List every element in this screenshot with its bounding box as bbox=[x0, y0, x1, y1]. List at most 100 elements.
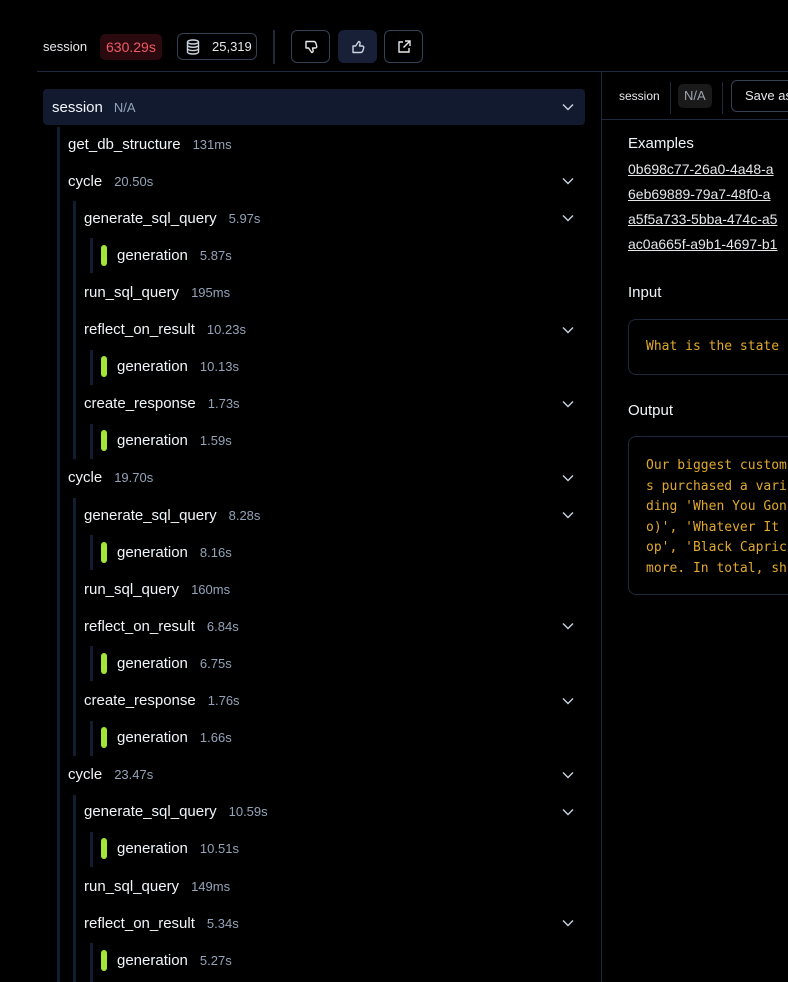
chevron-down-icon[interactable] bbox=[562, 326, 574, 334]
chevron-down-icon[interactable] bbox=[562, 474, 574, 482]
example-link[interactable]: 0b698c77-26a0-4a48-a bbox=[628, 161, 774, 177]
node-duration: 5.97s bbox=[228, 210, 261, 226]
tree-guide-line bbox=[90, 646, 93, 682]
open-external-button[interactable] bbox=[384, 30, 423, 63]
detail-duration-badge: N/A bbox=[678, 84, 712, 108]
node-duration: 149ms bbox=[191, 878, 231, 894]
example-link[interactable]: a5f5a733-5bba-474c-a5 bbox=[628, 211, 777, 227]
chevron-down-icon[interactable] bbox=[562, 177, 574, 185]
node-name: session bbox=[52, 98, 103, 116]
node-duration: 5.34s bbox=[206, 915, 239, 931]
example-link[interactable]: 6eb69889-79a7-48f0-a bbox=[628, 186, 770, 202]
thumbs-up-button[interactable] bbox=[338, 30, 377, 63]
tree-node-generation[interactable]: generation 5.27s bbox=[101, 945, 585, 975]
node-duration: 6.75s bbox=[199, 655, 232, 671]
tree-node-cycle[interactable]: cycle 23.47s bbox=[68, 760, 585, 790]
tree-node-session[interactable]: session N/A bbox=[43, 89, 585, 125]
example-link[interactable]: ac0a665f-a9b1-4697-b1 bbox=[628, 236, 777, 252]
tree-node-generation[interactable]: generation 5.87s bbox=[101, 240, 585, 270]
node-duration: 8.16s bbox=[199, 544, 232, 560]
tree-node-cycle[interactable]: cycle 19.70s bbox=[68, 463, 585, 493]
tree-guide-line bbox=[90, 349, 93, 385]
node-duration: 5.27s bbox=[199, 952, 232, 968]
chevron-down-icon[interactable] bbox=[562, 697, 574, 705]
input-heading: Input bbox=[628, 284, 662, 301]
tree-node-generate-sql-query[interactable]: generate_sql_query 10.59s bbox=[84, 797, 585, 827]
node-name: cycle bbox=[68, 172, 103, 190]
generation-marker-icon bbox=[101, 356, 107, 378]
thumbs-down-icon bbox=[304, 40, 317, 53]
input-code-block: What is the state bbox=[628, 319, 788, 375]
tree-guide-line bbox=[73, 498, 76, 756]
generation-marker-icon bbox=[101, 727, 107, 749]
node-duration: 5.87s bbox=[199, 247, 232, 263]
chevron-down-icon[interactable] bbox=[562, 103, 574, 111]
node-duration: 1.59s bbox=[199, 433, 232, 449]
tree-guide-line bbox=[73, 794, 76, 982]
detail-divider bbox=[670, 82, 671, 114]
external-link-icon bbox=[397, 39, 411, 53]
node-name: generate_sql_query bbox=[84, 506, 217, 524]
detail-header: session N/A Save as bbox=[602, 72, 788, 120]
chevron-down-icon[interactable] bbox=[562, 622, 574, 630]
detail-type-label: session bbox=[619, 89, 660, 103]
node-name: run_sql_query bbox=[84, 283, 180, 301]
node-duration: 20.50s bbox=[114, 173, 154, 189]
node-name: generation bbox=[117, 729, 188, 747]
node-name: cycle bbox=[68, 469, 103, 487]
tree-node-generation[interactable]: generation 1.66s bbox=[101, 723, 585, 753]
chevron-down-icon[interactable] bbox=[562, 808, 574, 816]
tree-node-create-response[interactable]: create_response 1.73s bbox=[84, 389, 585, 419]
tree-node-generation[interactable]: generation 6.75s bbox=[101, 648, 585, 678]
tree-node-run-sql-query[interactable]: run_sql_query 149ms bbox=[84, 871, 585, 901]
chevron-down-icon[interactable] bbox=[562, 771, 574, 779]
tree-node-generation[interactable]: generation 1.59s bbox=[101, 426, 585, 456]
node-duration: 6.84s bbox=[206, 618, 239, 634]
tree-node-generate-sql-query[interactable]: generate_sql_query 8.28s bbox=[84, 500, 585, 530]
tree-guide-line bbox=[90, 943, 93, 982]
chevron-down-icon[interactable] bbox=[562, 400, 574, 408]
generation-marker-icon bbox=[101, 838, 107, 860]
node-duration: 10.23s bbox=[206, 322, 246, 337]
node-name: generation bbox=[117, 840, 188, 858]
tree-node-generation[interactable]: generation 10.51s bbox=[101, 834, 585, 864]
node-duration: 131ms bbox=[192, 136, 232, 152]
generation-marker-icon bbox=[101, 541, 107, 563]
tree-node-run-sql-query[interactable]: run_sql_query 160ms bbox=[84, 574, 585, 604]
chevron-down-icon[interactable] bbox=[562, 919, 574, 927]
tree-node-generation[interactable]: generation 10.13s bbox=[101, 352, 585, 382]
node-duration: 23.47s bbox=[114, 767, 154, 783]
node-name: generation bbox=[117, 358, 188, 376]
latency-badge: 630.29s bbox=[100, 34, 162, 60]
tree-guide-line bbox=[90, 238, 93, 274]
chevron-down-icon[interactable] bbox=[562, 214, 574, 222]
node-name: create_response bbox=[84, 395, 196, 413]
tree-node-reflect-on-result[interactable]: reflect_on_result 5.34s bbox=[84, 908, 585, 938]
save-as-button[interactable]: Save as bbox=[731, 80, 788, 112]
node-duration: 8.28s bbox=[228, 507, 261, 523]
tree-node-generation[interactable]: generation 8.16s bbox=[101, 537, 585, 567]
node-name: get_db_structure bbox=[68, 135, 181, 153]
token-count-badge: 25,319 bbox=[177, 33, 257, 60]
tree-guide-line bbox=[57, 127, 60, 982]
tree-node-get-db-structure[interactable]: get_db_structure 131ms bbox=[68, 129, 585, 159]
output-code-block: Our biggest custom s purchased a vari di… bbox=[628, 436, 788, 595]
tree-node-reflect-on-result[interactable]: reflect_on_result 10.23s bbox=[84, 315, 585, 345]
node-duration: N/A bbox=[113, 99, 136, 115]
node-name: reflect_on_result bbox=[84, 321, 195, 338]
generation-marker-icon bbox=[101, 244, 107, 266]
node-duration: 10.13s bbox=[199, 359, 239, 375]
tree-node-reflect-on-result[interactable]: reflect_on_result 6.84s bbox=[84, 611, 585, 641]
tree-node-create-response[interactable]: create_response 1.76s bbox=[84, 686, 585, 716]
node-name: generate_sql_query bbox=[84, 209, 217, 227]
thumbs-down-button[interactable] bbox=[291, 30, 330, 63]
node-duration: 195ms bbox=[191, 284, 231, 300]
node-name: generation bbox=[117, 951, 188, 969]
node-name: generation bbox=[117, 246, 188, 264]
header-divider bbox=[273, 30, 275, 64]
node-duration: 19.70s bbox=[114, 470, 154, 486]
tree-node-run-sql-query[interactable]: run_sql_query 195ms bbox=[84, 277, 585, 307]
chevron-down-icon[interactable] bbox=[562, 511, 574, 519]
tree-node-cycle[interactable]: cycle 20.50s bbox=[68, 166, 585, 196]
tree-node-generate-sql-query[interactable]: generate_sql_query 5.97s bbox=[84, 203, 585, 233]
